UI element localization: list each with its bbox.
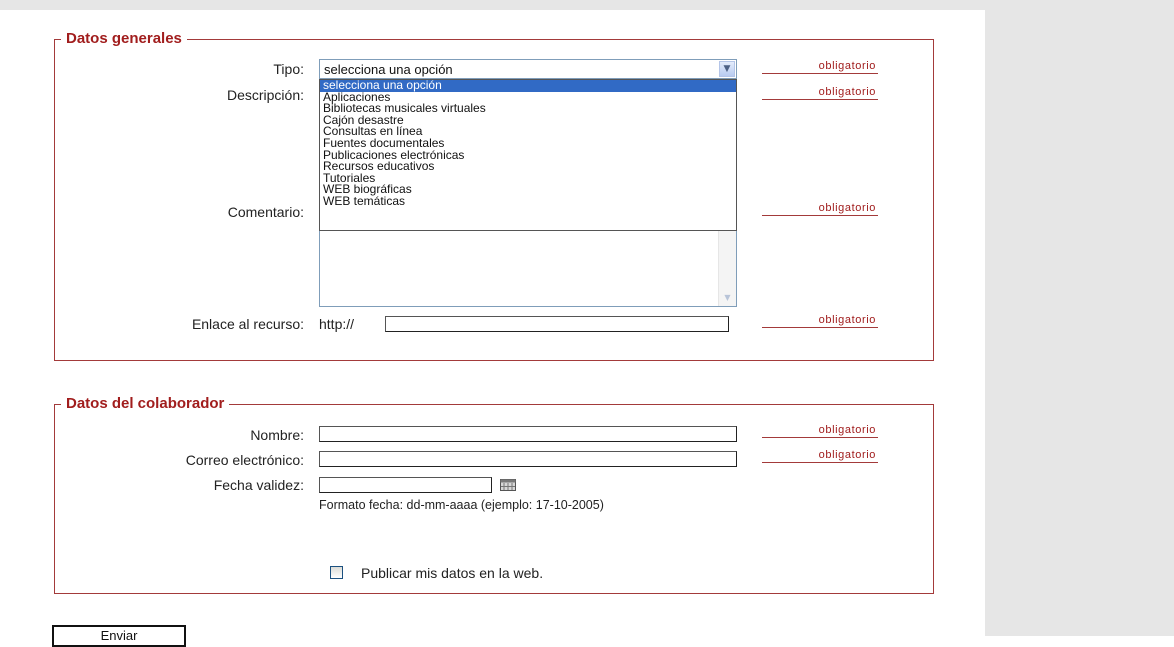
dropdown-option[interactable]: Recursos educativos — [320, 160, 736, 173]
nombre-required: obligatorio — [762, 423, 878, 438]
enviar-button[interactable]: Enviar — [52, 625, 186, 647]
dropdown-option[interactable]: WEB temáticas — [320, 195, 736, 208]
correo-required: obligatorio — [762, 448, 878, 463]
nombre-label: Nombre: — [250, 427, 304, 443]
descripcion-label: Descripción: — [226, 87, 304, 103]
fecha-label: Fecha validez: — [213, 477, 304, 493]
tipo-dropdown-list[interactable]: selecciona una opción Aplicaciones Bibli… — [319, 79, 737, 231]
required-text: obligatorio — [818, 449, 876, 461]
enlace-prefix: http:// — [319, 316, 355, 332]
calendar-icon[interactable] — [500, 479, 516, 491]
required-text: obligatorio — [818, 314, 876, 326]
required-text: obligatorio — [818, 202, 876, 214]
correo-label: Correo electrónico: — [185, 452, 304, 468]
right-side-panel — [985, 0, 1174, 636]
fecha-input[interactable] — [319, 477, 492, 493]
comentario-required: obligatorio — [762, 201, 878, 216]
required-text: obligatorio — [818, 86, 876, 98]
required-text: obligatorio — [818, 60, 876, 72]
publicar-label: Publicar mis datos en la web. — [361, 565, 544, 581]
tipo-select-value: selecciona una opción — [324, 62, 453, 77]
correo-input[interactable] — [319, 451, 737, 467]
legend-datos-generales: Datos generales — [61, 30, 187, 48]
tipo-select[interactable]: selecciona una opción ▼ — [319, 59, 737, 79]
required-text: obligatorio — [818, 424, 876, 436]
tipo-required: obligatorio — [762, 59, 878, 74]
publicar-checkbox[interactable] — [330, 566, 343, 579]
scroll-down-icon[interactable]: ▼ — [720, 291, 735, 305]
enlace-label: Enlace al recurso: — [191, 316, 304, 332]
descripcion-required: obligatorio — [762, 85, 878, 100]
nombre-input[interactable] — [319, 426, 737, 442]
tipo-label: Tipo: — [273, 61, 304, 77]
enlace-required: obligatorio — [762, 313, 878, 328]
enlace-input[interactable] — [385, 316, 729, 332]
chevron-down-icon[interactable]: ▼ — [719, 61, 735, 77]
comentario-label: Comentario: — [227, 204, 304, 220]
legend-datos-colaborador: Datos del colaborador — [61, 395, 230, 413]
fecha-format-hint: Formato fecha: dd-mm-aaaa (ejemplo: 17-1… — [319, 498, 604, 512]
